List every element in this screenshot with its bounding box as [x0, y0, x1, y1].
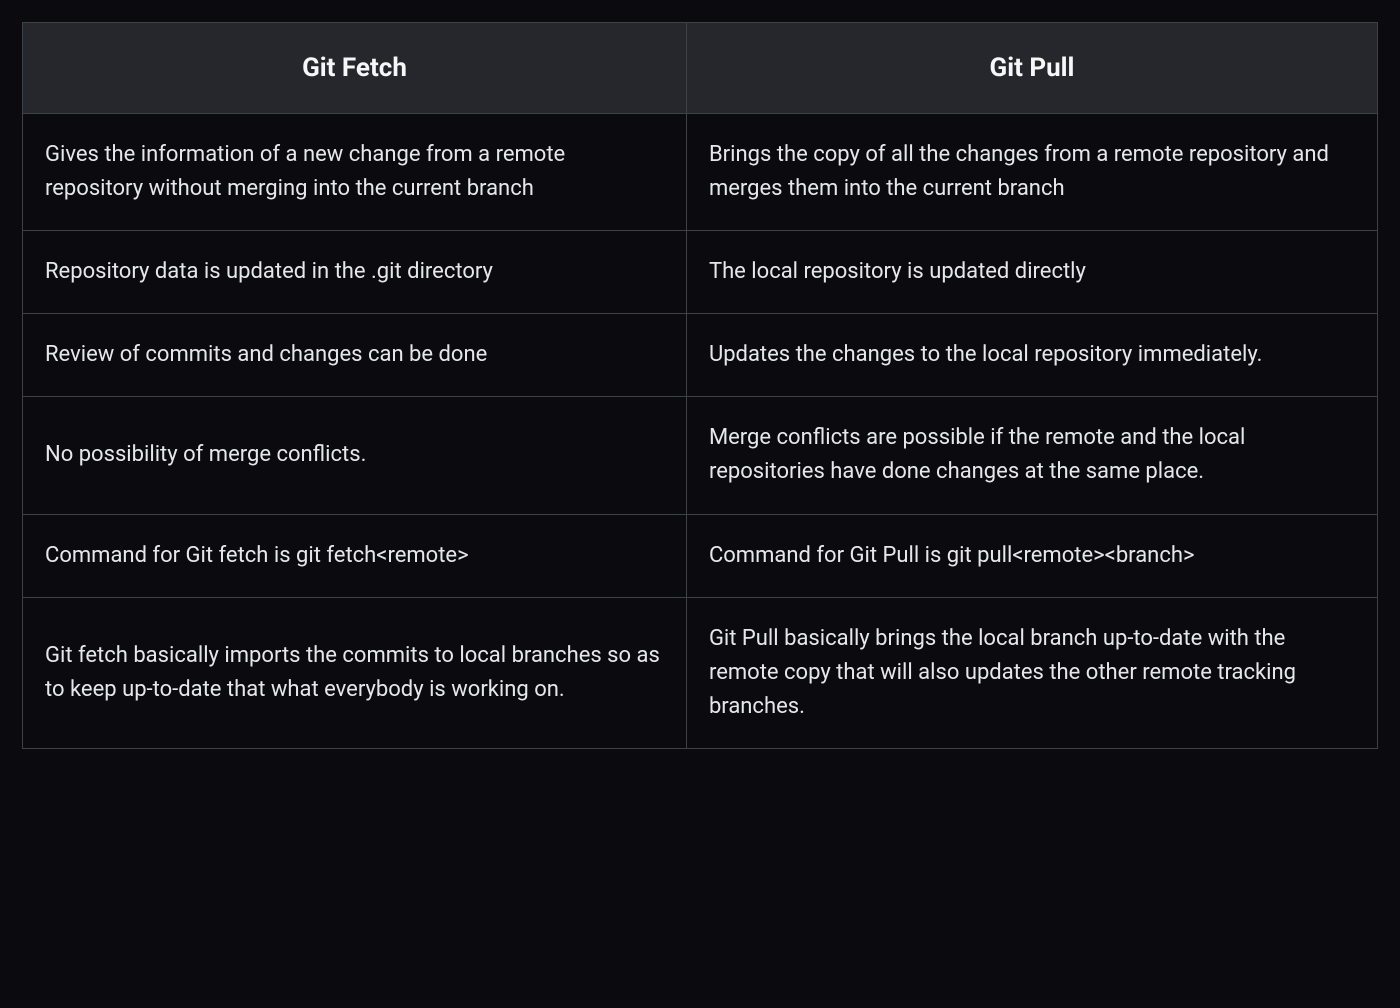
cell-fetch: No possibility of merge conflicts. — [23, 397, 687, 514]
cell-fetch: Review of commits and changes can be don… — [23, 314, 687, 397]
cell-pull: Command for Git Pull is git pull<remote>… — [686, 514, 1377, 597]
cell-fetch: Repository data is updated in the .git d… — [23, 231, 687, 314]
cell-pull: Updates the changes to the local reposit… — [686, 314, 1377, 397]
table-row: Review of commits and changes can be don… — [23, 314, 1378, 397]
cell-fetch: Git fetch basically imports the commits … — [23, 597, 687, 748]
cell-pull: Brings the copy of all the changes from … — [686, 114, 1377, 231]
table-row: Git fetch basically imports the commits … — [23, 597, 1378, 748]
cell-fetch: Gives the information of a new change fr… — [23, 114, 687, 231]
table-row: Repository data is updated in the .git d… — [23, 231, 1378, 314]
header-git-fetch: Git Fetch — [23, 23, 687, 114]
cell-pull: The local repository is updated directly — [686, 231, 1377, 314]
cell-pull: Git Pull basically brings the local bran… — [686, 597, 1377, 748]
table-header-row: Git Fetch Git Pull — [23, 23, 1378, 114]
table-row: Gives the information of a new change fr… — [23, 114, 1378, 231]
header-git-pull: Git Pull — [686, 23, 1377, 114]
cell-pull: Merge conflicts are possible if the remo… — [686, 397, 1377, 514]
cell-fetch: Command for Git fetch is git fetch<remot… — [23, 514, 687, 597]
table-row: No possibility of merge conflicts. Merge… — [23, 397, 1378, 514]
table-row: Command for Git fetch is git fetch<remot… — [23, 514, 1378, 597]
comparison-table: Git Fetch Git Pull Gives the information… — [22, 22, 1378, 749]
